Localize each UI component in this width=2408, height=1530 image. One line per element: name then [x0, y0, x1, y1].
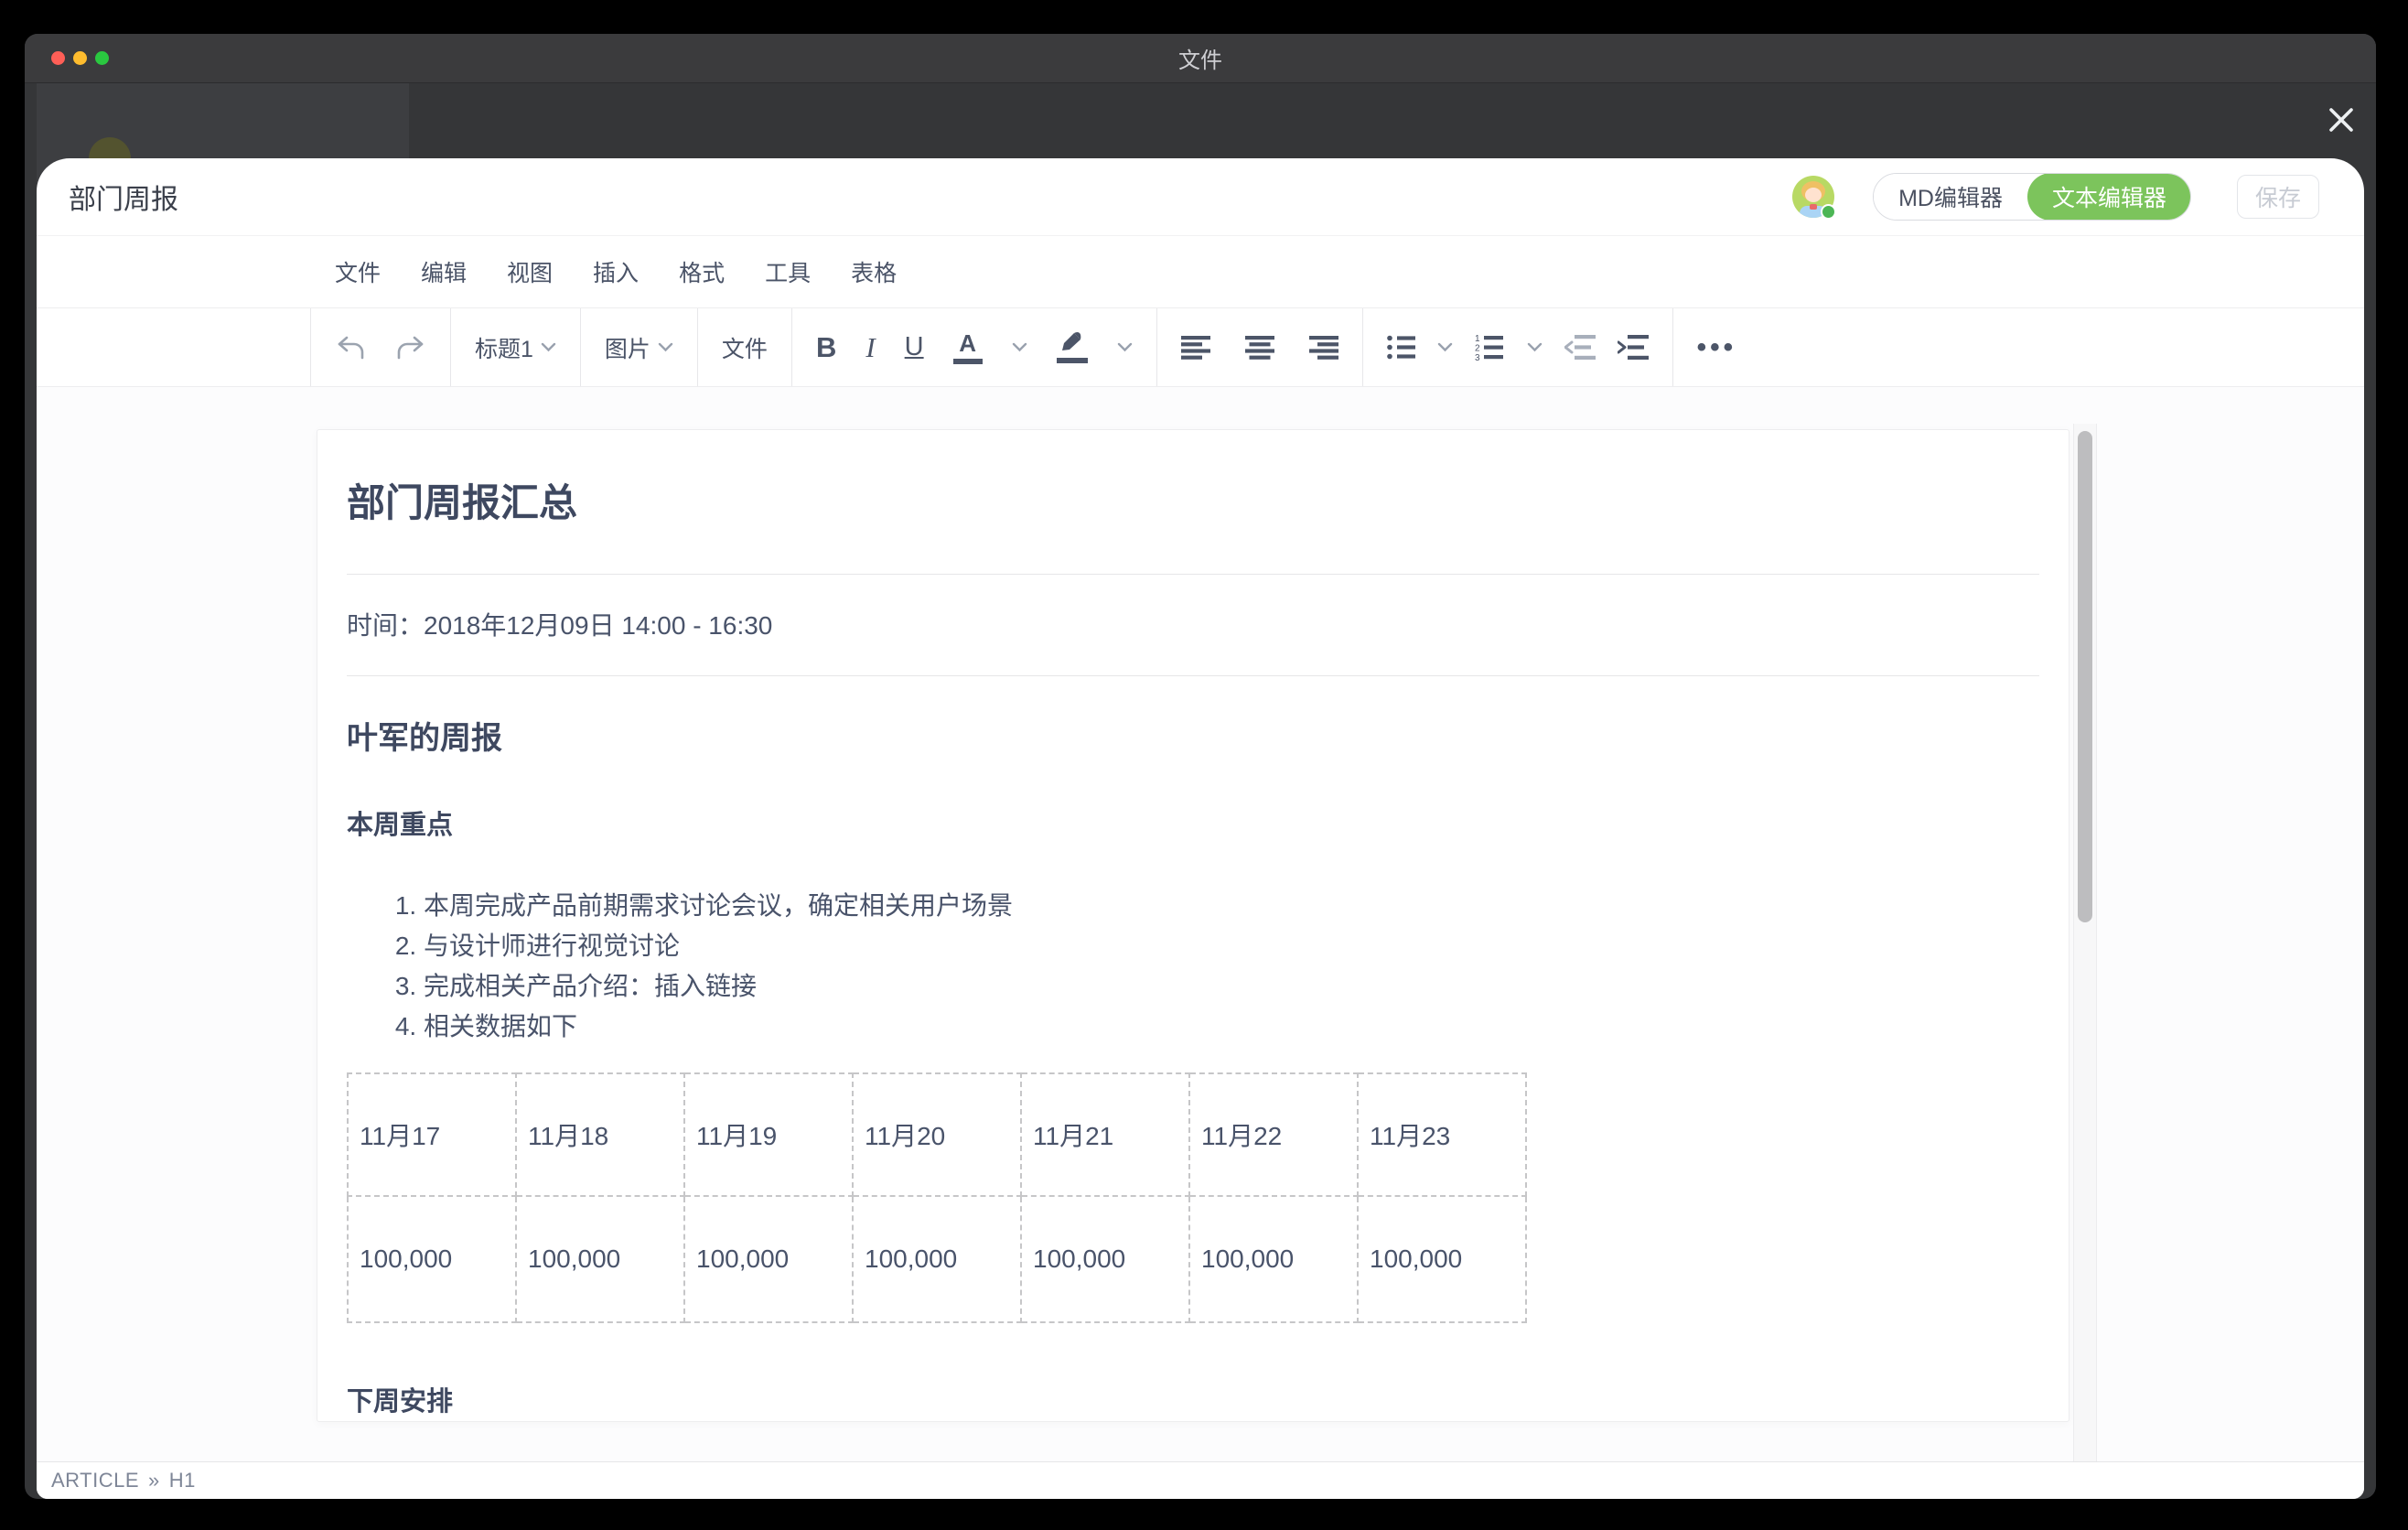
titlebar: 文件: [25, 34, 2376, 83]
italic-button[interactable]: I: [865, 331, 875, 364]
table-cell-value[interactable]: 100,000: [853, 1196, 1021, 1322]
scrollbar-track[interactable]: [2073, 424, 2097, 1461]
list-item[interactable]: 与设计师进行视觉讨论: [424, 926, 2039, 966]
doc-data-table: 11月1711月1811月1911月2011月2111月2211月23 100,…: [347, 1072, 1527, 1323]
text-editor-button[interactable]: 文本编辑器: [2027, 173, 2191, 221]
heading-style-dropdown[interactable]: 标题1: [475, 331, 556, 364]
align-center-button[interactable]: [1245, 336, 1274, 360]
svg-text:1: 1: [1475, 334, 1480, 344]
user-avatar[interactable]: [1792, 176, 1834, 218]
chevron-down-icon[interactable]: [1117, 342, 1133, 352]
list-item[interactable]: 相关数据如下: [424, 1007, 2039, 1047]
doc-time-line[interactable]: 时间：2018年12月09日 14:00 - 16:30: [347, 606, 2039, 642]
insert-image-dropdown[interactable]: 图片: [605, 331, 673, 364]
status-separator: »: [148, 1469, 160, 1492]
svg-text:3: 3: [1475, 353, 1480, 361]
window-title: 文件: [25, 42, 2376, 74]
editor-dialog: 部门周报 MD编辑器 文本编辑器 保存 文件编辑视图插入格式工具表格: [37, 158, 2364, 1499]
align-left-button[interactable]: [1181, 336, 1210, 360]
menu-item[interactable]: 格式: [669, 250, 735, 294]
redo-button[interactable]: [393, 334, 426, 361]
table-cell-date[interactable]: 11月19: [684, 1073, 853, 1196]
table-row-dates: 11月1711月1811月1911月2011月2111月2211月23: [348, 1073, 1526, 1196]
font-color-button[interactable]: A: [953, 331, 983, 364]
table-cell-date[interactable]: 11月18: [516, 1073, 684, 1196]
chevron-down-icon[interactable]: [1437, 342, 1453, 352]
more-tools-button[interactable]: •••: [1697, 332, 1737, 363]
align-right-button[interactable]: [1309, 336, 1338, 360]
align-right-icon: [1309, 336, 1338, 360]
md-editor-button[interactable]: MD编辑器: [1874, 174, 2027, 220]
bullet-list-icon: [1387, 335, 1415, 360]
dialog-header: 部门周报 MD编辑器 文本编辑器 保存: [37, 158, 2364, 236]
menu-item[interactable]: 编辑: [411, 250, 477, 294]
list-item[interactable]: 完成相关产品介绍：插入链接: [424, 966, 2039, 1007]
status-element: H1: [169, 1469, 196, 1492]
toolbar: 标题1 图片 文件: [37, 307, 2364, 387]
bold-button[interactable]: B: [816, 331, 836, 364]
document-title: 部门周报: [69, 177, 178, 217]
menu-item[interactable]: 文件: [325, 250, 391, 294]
table-cell-date[interactable]: 11月20: [853, 1073, 1021, 1196]
menu-item[interactable]: 插入: [583, 250, 649, 294]
menu-item[interactable]: 工具: [755, 250, 821, 294]
doc-heading-2[interactable]: 叶军的周报: [347, 713, 2039, 758]
table-cell-date[interactable]: 11月17: [348, 1073, 516, 1196]
table-cell-date[interactable]: 11月22: [1189, 1073, 1358, 1196]
doc-heading-1[interactable]: 部门周报汇总: [347, 472, 2039, 528]
scrollbar-thumb[interactable]: [2078, 431, 2092, 922]
table-cell-value[interactable]: 100,000: [348, 1196, 516, 1322]
chevron-down-icon[interactable]: [1012, 342, 1027, 352]
horizontal-rule: [347, 675, 2039, 676]
close-dialog-button[interactable]: [2320, 99, 2362, 141]
table-row-values: 100,000100,000100,000100,000100,000100,0…: [348, 1196, 1526, 1322]
outdent-icon: [1564, 335, 1596, 360]
highlight-color-button[interactable]: [1057, 332, 1088, 363]
chevron-down-icon: [658, 342, 673, 352]
indent-button[interactable]: [1618, 335, 1649, 360]
document-page[interactable]: 部门周报汇总 时间：2018年12月09日 14:00 - 16:30 叶军的周…: [317, 429, 2069, 1422]
bullet-list-button[interactable]: [1387, 335, 1415, 360]
insert-file-button[interactable]: 文件: [722, 331, 768, 364]
menu-item[interactable]: 表格: [841, 250, 907, 294]
editor-content-area: 部门周报汇总 时间：2018年12月09日 14:00 - 16:30 叶军的周…: [37, 387, 2364, 1461]
table-cell-value[interactable]: 100,000: [516, 1196, 684, 1322]
numbered-list-icon: 1 2 3: [1475, 334, 1505, 361]
app-window: 文件 部门周报 MD编辑器: [25, 34, 2376, 1499]
redo-icon: [393, 334, 426, 361]
align-left-icon: [1181, 336, 1210, 360]
online-status-dot: [1821, 204, 1836, 220]
save-button[interactable]: 保存: [2237, 175, 2319, 219]
align-center-icon: [1245, 336, 1274, 360]
menu-item[interactable]: 视图: [497, 250, 563, 294]
undo-button[interactable]: [335, 334, 368, 361]
doc-heading-3-next[interactable]: 下周安排: [347, 1380, 2039, 1418]
indent-icon: [1618, 335, 1649, 360]
horizontal-rule: [347, 574, 2039, 575]
doc-heading-3-week[interactable]: 本周重点: [347, 803, 2039, 842]
editor-mode-toggle: MD编辑器 文本编辑器: [1873, 173, 2191, 221]
close-icon: [2323, 102, 2360, 138]
outdent-button[interactable]: [1564, 335, 1596, 360]
status-section: ARTICLE: [51, 1469, 139, 1492]
chevron-down-icon[interactable]: [1527, 342, 1543, 352]
highlighter-icon: [1059, 332, 1086, 354]
statusbar: ARTICLE » H1: [37, 1461, 2364, 1499]
table-cell-value[interactable]: 100,000: [1189, 1196, 1358, 1322]
table-cell-date[interactable]: 11月23: [1358, 1073, 1526, 1196]
list-item[interactable]: 本周完成产品前期需求讨论会议，确定相关用户场景: [424, 886, 2039, 926]
table-cell-date[interactable]: 11月21: [1021, 1073, 1189, 1196]
numbered-list-button[interactable]: 1 2 3: [1475, 334, 1505, 361]
table-cell-value[interactable]: 100,000: [684, 1196, 853, 1322]
undo-icon: [335, 334, 368, 361]
chevron-down-icon: [541, 342, 556, 352]
table-cell-value[interactable]: 100,000: [1021, 1196, 1189, 1322]
table-cell-value[interactable]: 100,000: [1358, 1196, 1526, 1322]
svg-text:2: 2: [1475, 344, 1480, 354]
underline-button[interactable]: U: [905, 332, 924, 362]
menubar: 文件编辑视图插入格式工具表格: [37, 236, 2364, 307]
doc-ordered-list: 本周完成产品前期需求讨论会议，确定相关用户场景与设计师进行视觉讨论完成相关产品介…: [347, 886, 2039, 1047]
